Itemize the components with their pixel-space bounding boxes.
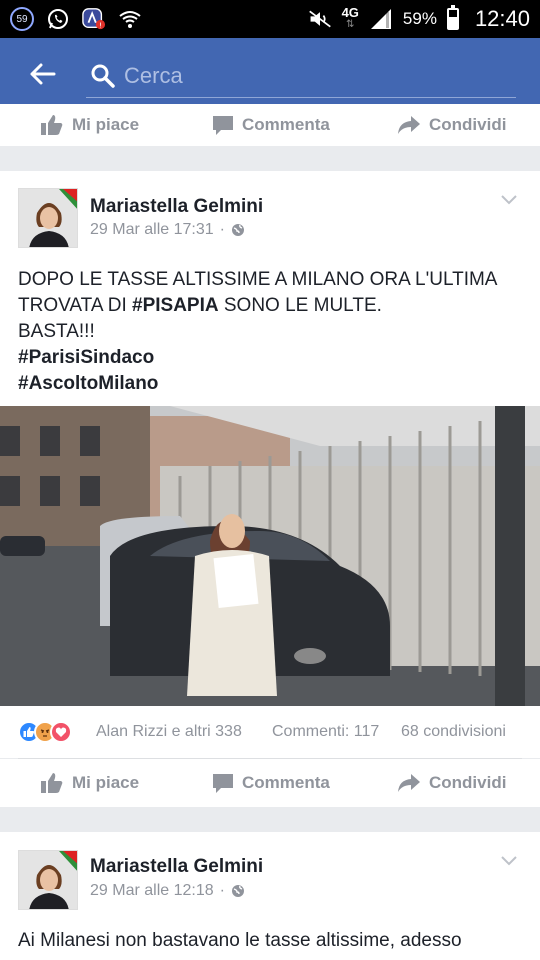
comment-icon <box>213 116 233 135</box>
post-text-line: Ai Milanesi non bastavano le tasse altis… <box>18 930 462 951</box>
comment-icon <box>213 774 233 793</box>
whatsapp-icon <box>46 7 70 31</box>
author-avatar[interactable] <box>18 188 78 248</box>
share-label: Condividi <box>429 773 507 792</box>
comment-button[interactable]: Commenta <box>212 772 330 794</box>
battery-icon <box>446 5 459 30</box>
post-card: Mariastella Gelmini 29 Mar alle 12:18 · … <box>0 832 540 960</box>
chevron-down-icon <box>501 856 517 866</box>
globe-icon <box>231 885 244 897</box>
reaction-icons[interactable] <box>18 721 72 743</box>
post-meta: 29 Mar alle 17:31 · <box>90 221 245 239</box>
thumbs-up-icon <box>41 115 63 135</box>
post-text-segment: TROVATA DI <box>18 295 133 316</box>
reactions-text[interactable]: Alan Rizzi e altri 338 <box>96 723 242 741</box>
app-alert-icon: ! <box>82 7 106 31</box>
hashtag-pisapia-link[interactable]: #PISAPIA <box>132 295 219 316</box>
shares-count[interactable]: 68 condivisioni <box>401 723 506 741</box>
comments-count[interactable]: Commenti: 117 <box>272 723 379 741</box>
svg-text:!: ! <box>99 20 102 29</box>
like-label: Mi piace <box>72 115 140 134</box>
mute-icon <box>308 7 332 31</box>
like-label: Mi piace <box>72 773 140 792</box>
post-text-line: BASTA!!! <box>18 321 95 342</box>
share-icon <box>398 774 420 792</box>
search-input[interactable] <box>124 62 504 89</box>
data-arrows-icon: ⇅ <box>346 19 355 30</box>
post-text-line: TROVATA DI #PISAPIA SONO LE MULTE. <box>18 293 528 319</box>
post-actions: Mi piace Commenta Condividi <box>0 759 540 807</box>
clock: 12:40 <box>474 6 530 31</box>
thumbs-up-icon <box>41 773 63 793</box>
post-text-segment: SONO LE MULTE. <box>218 295 382 316</box>
share-label: Condividi <box>429 115 507 134</box>
share-icon <box>398 116 420 134</box>
reactions-summary: Alan Rizzi e altri 338 Commenti: 117 68 … <box>0 706 540 758</box>
hashtag-ascoltomilano-link[interactable]: #AscoltoMilano <box>18 371 528 397</box>
previous-post-actions: Mi piace Commenta Condividi <box>0 104 540 146</box>
post-video-thumbnail[interactable] <box>0 406 540 706</box>
comment-label: Commenta <box>242 773 330 792</box>
search-bar[interactable] <box>86 54 516 98</box>
post-timestamp[interactable]: 29 Mar alle 17:31 <box>90 221 214 239</box>
post-options-button[interactable] <box>500 193 518 211</box>
post-meta: 29 Mar alle 12:18 · <box>90 882 245 900</box>
author-avatar[interactable] <box>18 850 78 910</box>
post-text: DOPO LE TASSE ALTISSIME A MILANO ORA L'U… <box>18 267 528 397</box>
search-header <box>0 38 540 110</box>
comment-button[interactable]: Commenta <box>212 114 330 136</box>
post-text-line: DOPO LE TASSE ALTISSIME A MILANO ORA L'U… <box>18 269 498 290</box>
post-timestamp[interactable]: 29 Mar alle 12:18 <box>90 882 214 900</box>
meta-separator: · <box>219 221 225 238</box>
share-button[interactable]: Condividi <box>397 115 506 135</box>
globe-icon <box>231 224 244 236</box>
post-card: Mariastella Gelmini 29 Mar alle 17:31 · … <box>0 171 540 406</box>
back-arrow-icon <box>30 63 56 85</box>
love-reaction-icon <box>50 721 72 743</box>
chevron-down-icon <box>501 195 517 205</box>
signal-icon <box>369 7 393 31</box>
battery-percent: 59% <box>402 9 437 28</box>
comment-label: Commenta <box>242 115 330 134</box>
post-author[interactable]: Mariastella Gelmini <box>90 856 263 878</box>
share-button[interactable]: Condividi <box>397 773 506 793</box>
network-type-label: 4G <box>341 5 359 20</box>
post-author[interactable]: Mariastella Gelmini <box>90 196 263 218</box>
search-icon <box>91 64 115 88</box>
post-options-button[interactable] <box>500 854 518 872</box>
status-bar: 59 ! 4G ⇅ 59% 12:40 <box>0 0 540 38</box>
like-button[interactable]: Mi piace <box>40 114 139 136</box>
notification-count-badge: 59 <box>10 7 34 31</box>
meta-separator: · <box>219 882 225 899</box>
hashtag-parisisindaco-link[interactable]: #ParisiSindaco <box>18 345 528 371</box>
post-text: Ai Milanesi non bastavano le tasse altis… <box>18 928 528 954</box>
like-button[interactable]: Mi piace <box>40 772 139 794</box>
back-button[interactable] <box>0 38 84 110</box>
wifi-icon <box>118 7 142 31</box>
